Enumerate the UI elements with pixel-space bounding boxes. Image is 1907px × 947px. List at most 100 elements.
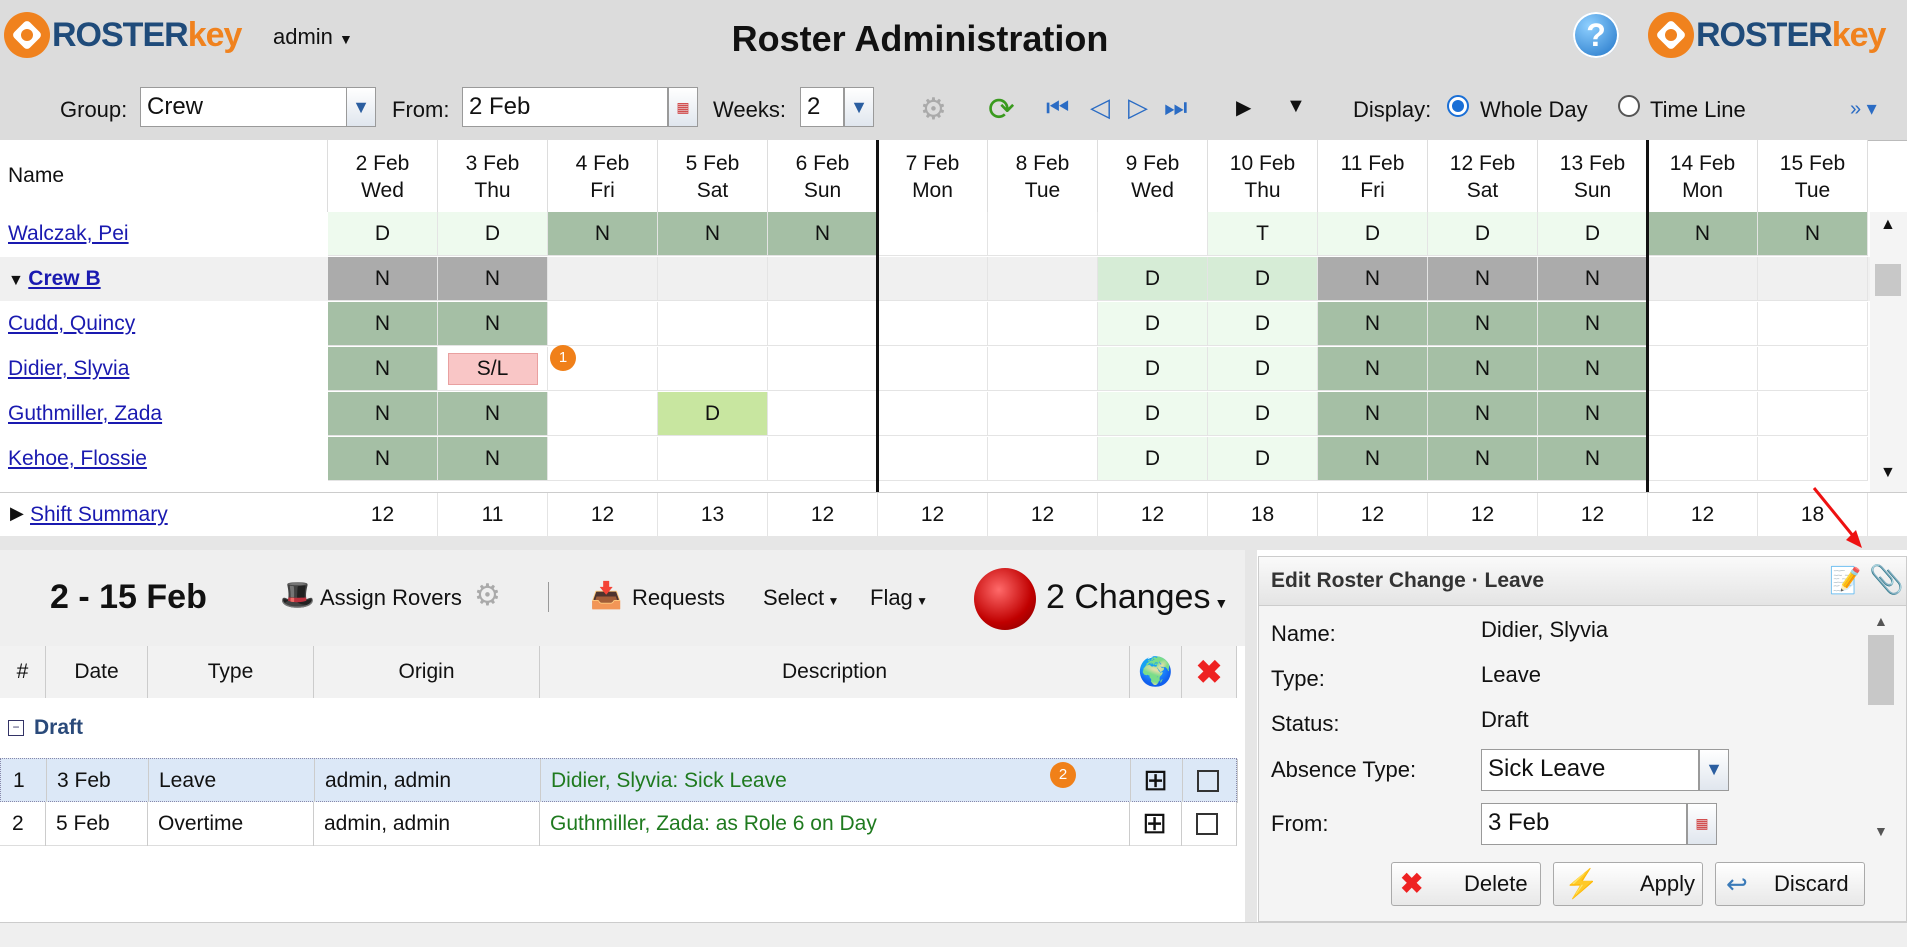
shift-cell[interactable]: N xyxy=(328,257,438,301)
user-menu[interactable]: admin ▼ xyxy=(273,24,353,50)
shift-cell[interactable]: N xyxy=(438,437,548,481)
shift-cell[interactable]: D xyxy=(1208,257,1318,301)
first-page-icon[interactable]: ⏮ xyxy=(1046,92,1069,124)
shift-cell[interactable] xyxy=(988,437,1098,481)
shift-cell[interactable]: N xyxy=(1428,347,1538,391)
shift-cell[interactable]: D xyxy=(1098,437,1208,481)
expand-icon[interactable]: ▶ xyxy=(10,503,24,524)
grid-icon[interactable]: ⊞ xyxy=(1130,802,1182,846)
shift-cell[interactable] xyxy=(1648,347,1758,391)
draft-group-row[interactable]: − Draft xyxy=(0,700,1237,758)
from-date-input[interactable]: 2 Feb xyxy=(462,87,668,127)
shift-cell[interactable] xyxy=(988,302,1098,346)
shift-cell[interactable] xyxy=(1758,302,1868,346)
shift-cell[interactable] xyxy=(878,347,988,391)
panel-splitter[interactable] xyxy=(1245,550,1257,922)
shift-cell[interactable] xyxy=(988,392,1098,436)
shift-cell[interactable] xyxy=(1648,437,1758,481)
last-page-icon[interactable]: ⏭ xyxy=(1164,92,1187,124)
shift-cell[interactable] xyxy=(548,392,658,436)
shift-cell[interactable]: N xyxy=(1538,392,1648,436)
shift-cell[interactable] xyxy=(878,257,988,301)
requests-button[interactable]: Requests xyxy=(632,585,725,611)
employee-link[interactable]: Cudd, Quincy xyxy=(8,312,135,335)
shift-cell[interactable] xyxy=(768,392,878,436)
previous-icon[interactable]: ◁ xyxy=(1090,92,1110,123)
shift-cell[interactable]: D xyxy=(1318,212,1428,256)
shift-cell[interactable]: N xyxy=(438,392,548,436)
globe-icon[interactable]: 🌍 xyxy=(1130,646,1182,698)
shift-cell[interactable]: D xyxy=(438,212,548,256)
absence-dropdown-button[interactable]: ▼ xyxy=(1699,749,1729,791)
shift-cell[interactable] xyxy=(658,347,768,391)
shift-cell[interactable]: N xyxy=(1428,437,1538,481)
shift-cell[interactable] xyxy=(1758,392,1868,436)
scroll-down-icon[interactable]: ▼ xyxy=(1874,823,1888,839)
employee-link[interactable]: Didier, Slyvia xyxy=(8,357,129,380)
splitter[interactable] xyxy=(0,536,1907,550)
absence-type-select[interactable]: Sick Leave xyxy=(1481,749,1699,791)
grid-icon[interactable]: ⊞ xyxy=(1131,759,1183,803)
shift-cell[interactable] xyxy=(1758,347,1868,391)
grid-scrollbar[interactable]: ▲ ▼ xyxy=(1870,212,1907,492)
shift-cell[interactable]: D xyxy=(1428,212,1538,256)
scroll-thumb[interactable] xyxy=(1875,264,1901,296)
shift-summary-link[interactable]: Shift Summary xyxy=(30,503,168,527)
shift-cell[interactable]: N xyxy=(1538,302,1648,346)
from-date-field[interactable]: 3 Feb xyxy=(1481,803,1687,845)
shift-cell[interactable]: N xyxy=(1318,347,1428,391)
refresh-icon[interactable]: ⟳ xyxy=(988,90,1015,128)
shift-cell[interactable] xyxy=(768,302,878,346)
collapse-icon[interactable]: ▼ xyxy=(8,272,28,289)
group-link[interactable]: Crew B xyxy=(28,267,100,290)
shift-cell[interactable]: N xyxy=(328,302,438,346)
shift-cell[interactable]: D xyxy=(1208,392,1318,436)
shift-cell[interactable] xyxy=(1758,437,1868,481)
changes-count-menu[interactable]: 2 Changes ▼ xyxy=(1046,578,1228,617)
shift-cell[interactable] xyxy=(658,302,768,346)
shift-cell[interactable]: N xyxy=(438,257,548,301)
shift-cell[interactable] xyxy=(548,437,658,481)
group-select[interactable]: Crew xyxy=(140,87,348,127)
shift-cell[interactable]: D xyxy=(328,212,438,256)
shift-cell[interactable]: N xyxy=(328,347,438,391)
shift-cell[interactable]: N xyxy=(1318,257,1428,301)
employee-link[interactable]: Walczak, Pei xyxy=(8,222,129,245)
shift-cell[interactable] xyxy=(768,437,878,481)
shift-cell[interactable] xyxy=(658,437,768,481)
shift-cell[interactable]: N xyxy=(1428,257,1538,301)
shift-cell[interactable]: N xyxy=(1428,302,1538,346)
paperclip-icon[interactable]: 📎 xyxy=(1869,563,1904,596)
change-row[interactable]: 25 Feb Overtime admin, admin Guthmiller, Za… xyxy=(0,802,1237,846)
assign-rovers-button[interactable]: Assign Rovers xyxy=(320,585,462,611)
shift-cell[interactable]: D xyxy=(1098,392,1208,436)
shift-cell[interactable]: D xyxy=(658,392,768,436)
delete-button[interactable]: ✖ Delete xyxy=(1391,862,1541,906)
weeks-dropdown-button[interactable]: ▼ xyxy=(844,87,874,127)
shift-cell[interactable]: N xyxy=(1318,392,1428,436)
weeks-select[interactable]: 2 xyxy=(800,87,844,127)
scroll-up-icon[interactable]: ▲ xyxy=(1874,613,1888,629)
shift-cell[interactable]: N xyxy=(1648,212,1758,256)
shift-cell[interactable]: D xyxy=(1098,302,1208,346)
filter-icon[interactable]: ▼ xyxy=(1286,95,1306,118)
shift-cell[interactable]: D xyxy=(1538,212,1648,256)
shift-cell[interactable] xyxy=(878,302,988,346)
delete-all-icon[interactable]: ✖ xyxy=(1182,646,1237,698)
help-icon[interactable]: ? xyxy=(1573,12,1619,58)
shift-cell[interactable] xyxy=(988,212,1098,256)
shift-cell[interactable]: D xyxy=(1098,257,1208,301)
select-menu[interactable]: Select ▼ xyxy=(763,585,839,611)
shift-cell[interactable] xyxy=(548,257,658,301)
shift-cell[interactable] xyxy=(988,257,1098,301)
shift-cell[interactable]: N xyxy=(1428,392,1538,436)
scroll-thumb[interactable] xyxy=(1868,635,1894,705)
employee-link[interactable]: Kehoe, Flossie xyxy=(8,447,147,470)
group-dropdown-button[interactable]: ▼ xyxy=(346,87,376,127)
shift-cell[interactable]: N xyxy=(1538,437,1648,481)
shift-cell[interactable] xyxy=(1758,257,1868,301)
next-icon[interactable]: ▷ xyxy=(1128,92,1148,123)
shift-cell[interactable]: N xyxy=(548,212,658,256)
shift-cell[interactable] xyxy=(1648,392,1758,436)
shift-cell[interactable] xyxy=(878,212,988,256)
